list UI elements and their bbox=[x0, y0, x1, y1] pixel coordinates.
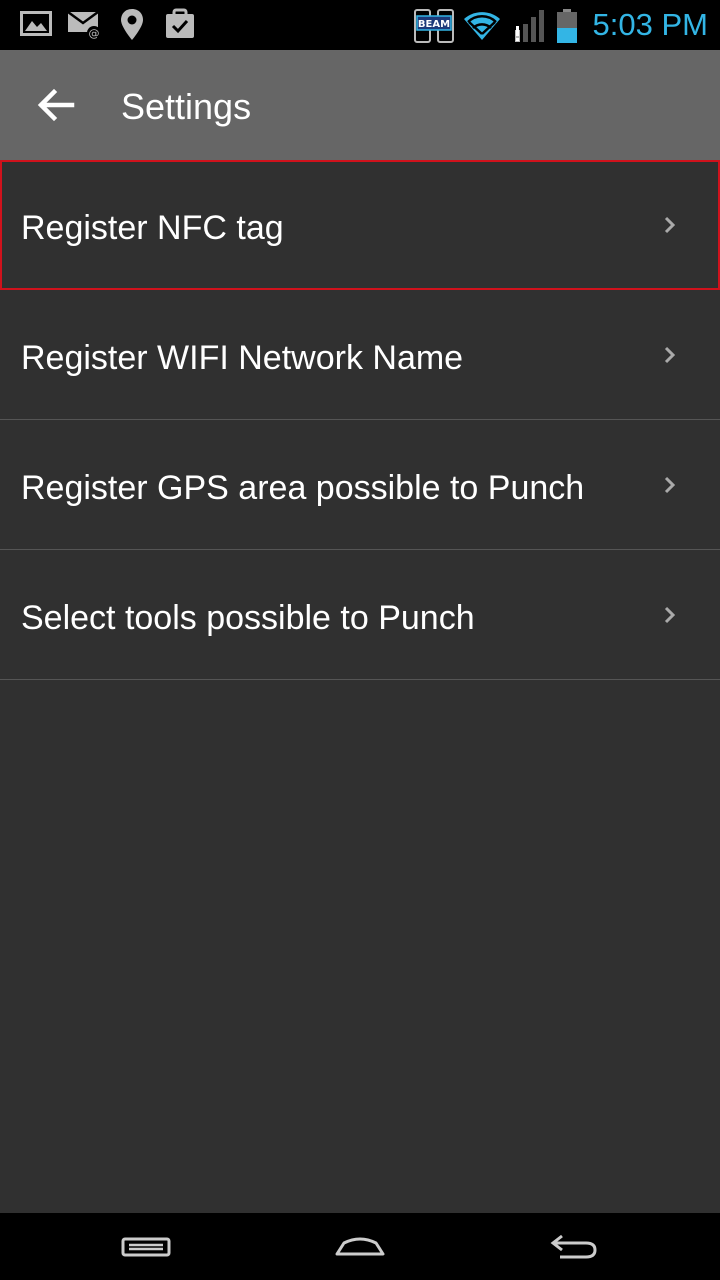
back-button[interactable] bbox=[30, 79, 82, 131]
signal-icon bbox=[512, 8, 546, 49]
chevron-right-icon bbox=[664, 476, 676, 494]
chevron-right-icon bbox=[664, 606, 676, 624]
chevron-right-icon bbox=[664, 346, 676, 364]
settings-item-label: Register GPS area possible to Punch bbox=[21, 469, 585, 507]
recent-apps-button[interactable] bbox=[86, 1213, 206, 1280]
status-bar: @ BEAM 5:03 PM bbox=[0, 0, 720, 50]
home-button[interactable] bbox=[300, 1213, 420, 1280]
wifi-icon bbox=[462, 8, 502, 47]
image-icon bbox=[20, 8, 52, 43]
settings-item-label: Register WIFI Network Name bbox=[21, 339, 464, 377]
settings-item-register-nfc-tag[interactable]: Register NFC tag bbox=[0, 160, 720, 290]
location-pin-icon bbox=[119, 8, 145, 47]
back-arrow-icon bbox=[37, 88, 75, 122]
settings-item-label: Register NFC tag bbox=[21, 209, 284, 247]
clipboard-check-icon bbox=[164, 8, 196, 45]
settings-item-label: Select tools possible to Punch bbox=[21, 599, 475, 637]
svg-text:@: @ bbox=[89, 27, 100, 40]
recent-apps-icon bbox=[121, 1237, 171, 1256]
battery-icon bbox=[555, 8, 579, 49]
navigation-bar bbox=[0, 1213, 720, 1280]
settings-item-register-wifi-network-name[interactable]: Register WIFI Network Name bbox=[0, 290, 720, 420]
email-icon: @ bbox=[67, 8, 103, 45]
settings-item-select-tools[interactable]: Select tools possible to Punch bbox=[0, 550, 720, 680]
settings-list: Register NFC tag Register WIFI Network N… bbox=[0, 160, 720, 680]
status-time: 5:03 PM bbox=[592, 7, 708, 42]
settings-item-register-gps-area[interactable]: Register GPS area possible to Punch bbox=[0, 420, 720, 550]
beam-icon: BEAM bbox=[413, 8, 455, 49]
app-bar: Settings bbox=[0, 50, 720, 160]
beam-label: BEAM bbox=[418, 19, 450, 30]
system-back-button[interactable] bbox=[514, 1213, 634, 1280]
chevron-right-icon bbox=[664, 216, 676, 234]
back-icon bbox=[550, 1234, 597, 1258]
home-icon bbox=[335, 1237, 385, 1255]
page-title: Settings bbox=[121, 86, 252, 127]
